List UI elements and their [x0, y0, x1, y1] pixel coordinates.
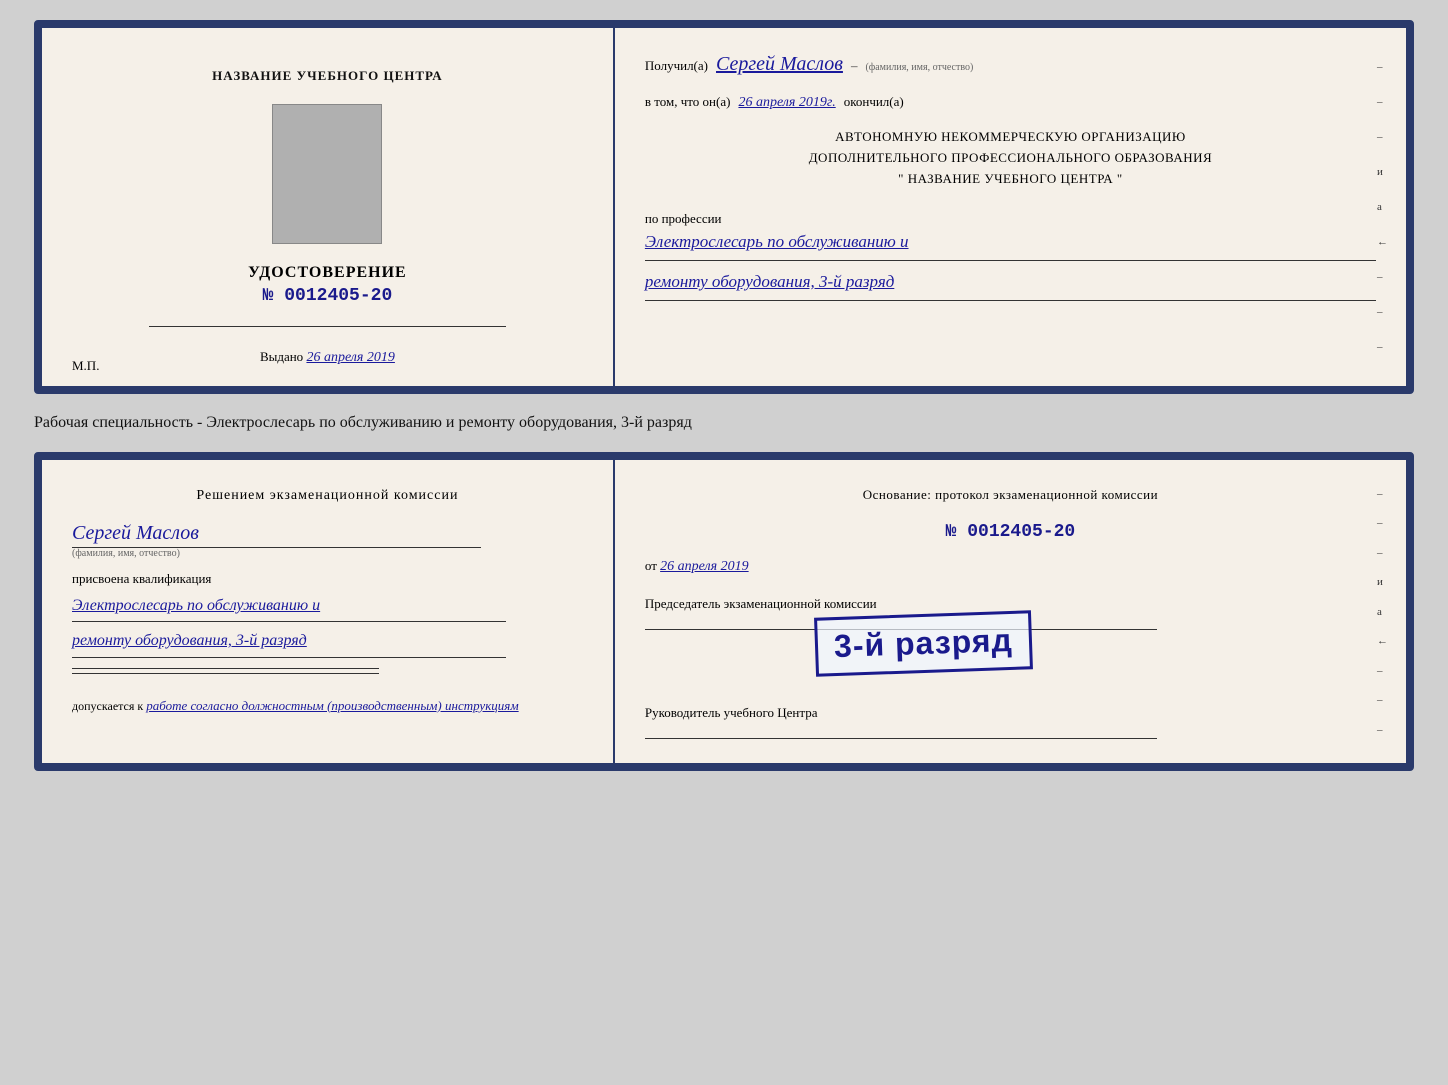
profession-line1: Электрослесарь по обслуживанию и — [645, 227, 1376, 258]
date-value: 26 апреля 2019г. — [738, 95, 835, 111]
b-mark-2: – — [1377, 517, 1388, 529]
top-cert-left: НАЗВАНИЕ УЧЕБНОГО ЦЕНТРА УДОСТОВЕРЕНИЕ №… — [42, 28, 615, 386]
decision-title: Решением экзаменационной комиссии — [72, 485, 583, 506]
page-wrapper: НАЗВАНИЕ УЧЕБНОГО ЦЕНТРА УДОСТОВЕРЕНИЕ №… — [34, 20, 1414, 771]
cert-number: № 0012405-20 — [263, 286, 393, 306]
admitted-label: допускается к — [72, 699, 143, 713]
protocol-date-value: 26 апреля 2019 — [660, 559, 748, 574]
org-line3: " НАЗВАНИЕ УЧЕБНОГО ЦЕНТРА " — [645, 169, 1376, 190]
b-mark-7: – — [1377, 665, 1388, 677]
mp-label: М.П. — [72, 358, 99, 374]
date-prefix: в том, что он(а) — [645, 94, 731, 110]
org-block: АВТОНОМНУЮ НЕКОММЕРЧЕСКУЮ ОРГАНИЗАЦИЮ ДО… — [645, 127, 1376, 189]
top-certificate-card: НАЗВАНИЕ УЧЕБНОГО ЦЕНТРА УДОСТОВЕРЕНИЕ №… — [34, 20, 1414, 394]
b-mark-9: – — [1377, 724, 1388, 736]
admitted-text: работе согласно должностным (производств… — [146, 698, 518, 713]
bottom-name-block: Сергей Маслов (фамилия, имя, отчество) — [72, 522, 583, 563]
right-side-marks: – – – и а ← – – – — [1377, 28, 1388, 386]
mark-5: а — [1377, 201, 1388, 213]
received-block: Получил(а) Сергей Маслов – (фамилия, имя… — [645, 53, 1376, 76]
protocol-number-block: № 0012405-20 — [645, 522, 1376, 542]
mark-2: – — [1377, 96, 1388, 108]
received-label: Получил(а) — [645, 58, 708, 74]
stamp: 3-й разряд — [814, 610, 1033, 677]
bottom-person-name: Сергей Маслов — [72, 522, 583, 545]
b-mark-1: – — [1377, 488, 1388, 500]
b-mark-3: – — [1377, 547, 1388, 559]
rukovoditel-sign-line — [645, 738, 1157, 739]
photo-placeholder — [272, 104, 382, 244]
top-left-title: НАЗВАНИЕ УЧЕБНОГО ЦЕНТРА — [212, 68, 443, 84]
rukovoditel-label: Руководитель учебного Центра — [645, 704, 1376, 722]
mark-9: – — [1377, 341, 1388, 353]
profession-line2: ремонту оборудования, 3-й разряд — [645, 267, 1376, 298]
qual-line2: ремонту оборудования, 3-й разряд — [72, 626, 583, 656]
bottom-name-sublabel: (фамилия, имя, отчество) — [72, 548, 583, 559]
mark-3: – — [1377, 131, 1388, 143]
profession-block: по профессии Электрослесарь по обслужива… — [645, 211, 1376, 306]
profession-label: по профессии — [645, 211, 1376, 227]
qual-line1: Электрослесарь по обслуживанию и — [72, 591, 583, 621]
protocol-prefix: № — [946, 522, 957, 542]
issued-date: 26 апреля 2019 — [306, 350, 394, 365]
b-mark-6: ← — [1377, 635, 1388, 647]
issued-line: Выдано 26 апреля 2019 — [260, 349, 395, 366]
b-mark-5: а — [1377, 606, 1388, 618]
protocol-number: 0012405-20 — [967, 522, 1075, 542]
mark-8: – — [1377, 306, 1388, 318]
date-prefix: от — [645, 558, 657, 573]
org-line1: АВТОНОМНУЮ НЕКОММЕРЧЕСКУЮ ОРГАНИЗАЦИЮ — [645, 127, 1376, 148]
top-cert-right: Получил(а) Сергей Маслов – (фамилия, имя… — [615, 28, 1406, 386]
bottom-certificate-card: Решением экзаменационной комиссии Сергей… — [34, 452, 1414, 771]
protocol-date-block: от 26 апреля 2019 — [645, 558, 1376, 575]
mark-6: ← — [1377, 236, 1388, 248]
org-line2: ДОПОЛНИТЕЛЬНОГО ПРОФЕССИОНАЛЬНОГО ОБРАЗО… — [645, 148, 1376, 169]
mark-7: – — [1377, 271, 1388, 283]
admitted-block: допускается к работе согласно должностны… — [72, 698, 583, 714]
bottom-right-side-marks: – – – и а ← – – – — [1377, 460, 1388, 763]
bottom-cert-right: Основание: протокол экзаменационной коми… — [615, 460, 1406, 763]
recipient-name: Сергей Маслов — [716, 53, 843, 76]
qualification-label: присвоена квалификация — [72, 571, 583, 587]
bottom-cert-left: Решением экзаменационной комиссии Сергей… — [42, 460, 615, 763]
issued-label: Выдано — [260, 349, 303, 364]
stamp-text: 3-й разряд — [833, 622, 1013, 665]
b-mark-8: – — [1377, 694, 1388, 706]
between-label: Рабочая специальность - Электрослесарь п… — [34, 410, 1414, 436]
cert-number-value: 0012405-20 — [284, 286, 392, 306]
qualification-block: Электрослесарь по обслуживанию и ремонту… — [72, 591, 583, 662]
b-mark-4: и — [1377, 576, 1388, 588]
basis-label: Основание: протокол экзаменационной коми… — [645, 485, 1376, 506]
cert-number-prefix: № — [263, 286, 274, 306]
mark-1: – — [1377, 61, 1388, 73]
mark-4: и — [1377, 166, 1388, 178]
name-sublabel: (фамилия, имя, отчество) — [865, 62, 973, 73]
cert-title: УДОСТОВЕРЕНИЕ — [248, 264, 407, 282]
finished-label: окончил(а) — [844, 94, 904, 110]
date-block: в том, что он(а) 26 апреля 2019г. окончи… — [645, 94, 1376, 111]
